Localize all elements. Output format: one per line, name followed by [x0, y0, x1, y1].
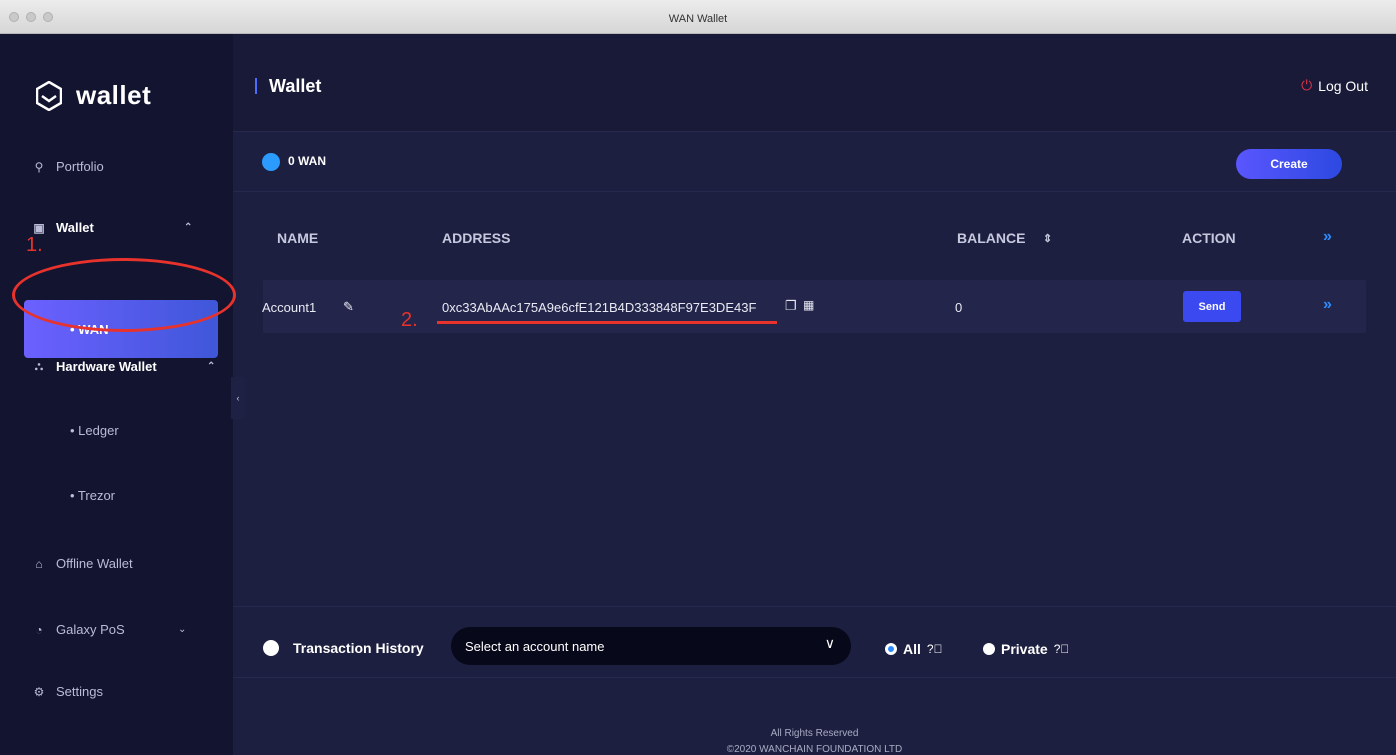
- send-button[interactable]: Send: [1183, 291, 1241, 322]
- sidebar-item-label: • Trezor: [70, 488, 116, 503]
- sidebar-item-label: Wallet: [56, 220, 94, 235]
- logout-label: Log Out: [1318, 77, 1368, 94]
- sidebar-item-portfolio[interactable]: ⚲ Portfolio: [32, 159, 104, 174]
- account-select-placeholder: Select an account name: [465, 638, 605, 654]
- title-accent-bar: [255, 78, 257, 94]
- sidebar-item-label: Hardware Wallet: [56, 359, 157, 374]
- sidebar-item-label: Portfolio: [56, 159, 104, 174]
- transaction-history-label: Transaction History: [293, 640, 424, 656]
- annotation-label-2: 2.: [401, 309, 418, 331]
- account-select[interactable]: Select an account name ∨: [451, 627, 851, 665]
- annotation-ellipse: [12, 258, 236, 332]
- annotation-underline: [437, 321, 777, 324]
- page-header: Wallet ⏻ Log Out: [233, 34, 1396, 132]
- collapse-sidebar-button[interactable]: ‹: [231, 377, 245, 419]
- footer-copyright: ©2020 WANCHAIN FOUNDATION LTD: [726, 744, 903, 755]
- wan-coin-icon: [262, 153, 280, 171]
- sidebar-item-wallet[interactable]: ▣ Wallet ⌃: [32, 220, 192, 235]
- sidebar-item-label: Settings: [56, 684, 103, 699]
- logo-text: wallet: [76, 80, 152, 110]
- create-account-button[interactable]: Create: [1236, 149, 1342, 179]
- wanchain-logo-icon: [36, 80, 62, 111]
- filter-all-label: All: [903, 641, 921, 657]
- bank-icon: ⌂: [35, 556, 43, 571]
- window-title: WAN Wallet: [668, 13, 728, 25]
- sidebar-item-label: Offline Wallet: [56, 556, 133, 571]
- main-content: Wallet ⏻ Log Out 0 WAN Create NAME ADDRE…: [233, 34, 1396, 755]
- account-name: Account1: [262, 300, 317, 315]
- settings-icon: ⚙: [33, 684, 45, 699]
- qr-code-icon[interactable]: ▦: [803, 298, 814, 312]
- filter-private-label: Private: [1001, 641, 1048, 657]
- clock-icon: [263, 640, 279, 656]
- annotation-label-1: 1.: [26, 234, 43, 256]
- expand-row-icon[interactable]: »: [1323, 296, 1332, 314]
- footer: All Rights Reserved ©2020 WANCHAIN FOUND…: [233, 726, 1396, 755]
- title-bar: WAN Wallet: [0, 0, 1396, 34]
- transaction-history-bar: Transaction History Select an account na…: [233, 606, 1396, 678]
- filter-private-radio[interactable]: Private ?⃝: [983, 641, 1069, 657]
- sidebar-item-galaxy-pos[interactable]: ◔ Galaxy PoS ⌄: [32, 622, 186, 637]
- account-address: 0xc33AbAAc175A9e6cfE121B4D333848F97E3DE4…: [442, 300, 757, 315]
- column-header-balance[interactable]: BALANCE: [957, 230, 1025, 246]
- logo: wallet: [36, 80, 151, 111]
- power-icon: ⏻: [1301, 77, 1313, 93]
- balance-bar: 0 WAN: [233, 132, 1396, 192]
- pos-icon: ◔: [35, 622, 43, 637]
- column-header-address: ADDRESS: [442, 230, 511, 246]
- sidebar-item-label: Galaxy PoS: [56, 622, 125, 637]
- filter-all-radio[interactable]: All ?⃝: [885, 641, 943, 657]
- column-header-name: NAME: [277, 230, 319, 246]
- chevron-up-icon: ⌃: [184, 222, 193, 233]
- column-header-action: ACTION: [1182, 230, 1236, 246]
- hardware-icon: ⛬: [34, 359, 44, 373]
- help-icon[interactable]: ?⃝: [927, 642, 943, 656]
- app-window: WAN Wallet wallet ⚲ Portfolio ▣ Wallet ⌃…: [0, 0, 1396, 755]
- chevron-down-icon: ∨: [824, 635, 835, 651]
- sort-icon[interactable]: ⇕: [1043, 232, 1052, 245]
- chevron-down-icon: ⌄: [178, 624, 187, 635]
- page-title: Wallet: [269, 76, 322, 96]
- sidebar: wallet ⚲ Portfolio ▣ Wallet ⌃ • WAN ⛬ Ha…: [0, 34, 233, 755]
- wallet-icon: ▣: [33, 220, 45, 235]
- sidebar-item-settings[interactable]: ⚙ Settings: [32, 684, 103, 699]
- expand-columns-icon[interactable]: »: [1323, 228, 1332, 246]
- copy-icon[interactable]: ❐: [785, 298, 797, 314]
- sidebar-item-ledger[interactable]: • Ledger: [70, 423, 119, 438]
- sidebar-item-hardware-wallet[interactable]: ⛬ Hardware Wallet ⌃: [32, 359, 216, 374]
- help-icon[interactable]: ?⃝: [1054, 642, 1070, 656]
- account-balance: 0: [955, 300, 963, 315]
- sidebar-item-offline-wallet[interactable]: ⌂ Offline Wallet: [32, 556, 133, 571]
- logout-button[interactable]: ⏻ Log Out: [1301, 77, 1368, 94]
- radio-selected-icon: [885, 643, 897, 655]
- chevron-up-icon: ⌃: [207, 361, 216, 372]
- sidebar-item-trezor[interactable]: • Trezor: [70, 488, 115, 503]
- radio-unselected-icon: [983, 643, 995, 655]
- sidebar-item-label: • Ledger: [70, 423, 119, 438]
- user-icon: ⚲: [34, 159, 44, 174]
- edit-icon[interactable]: ✎: [343, 299, 354, 315]
- total-balance: 0 WAN: [288, 154, 327, 168]
- footer-rights: All Rights Reserved: [770, 728, 859, 739]
